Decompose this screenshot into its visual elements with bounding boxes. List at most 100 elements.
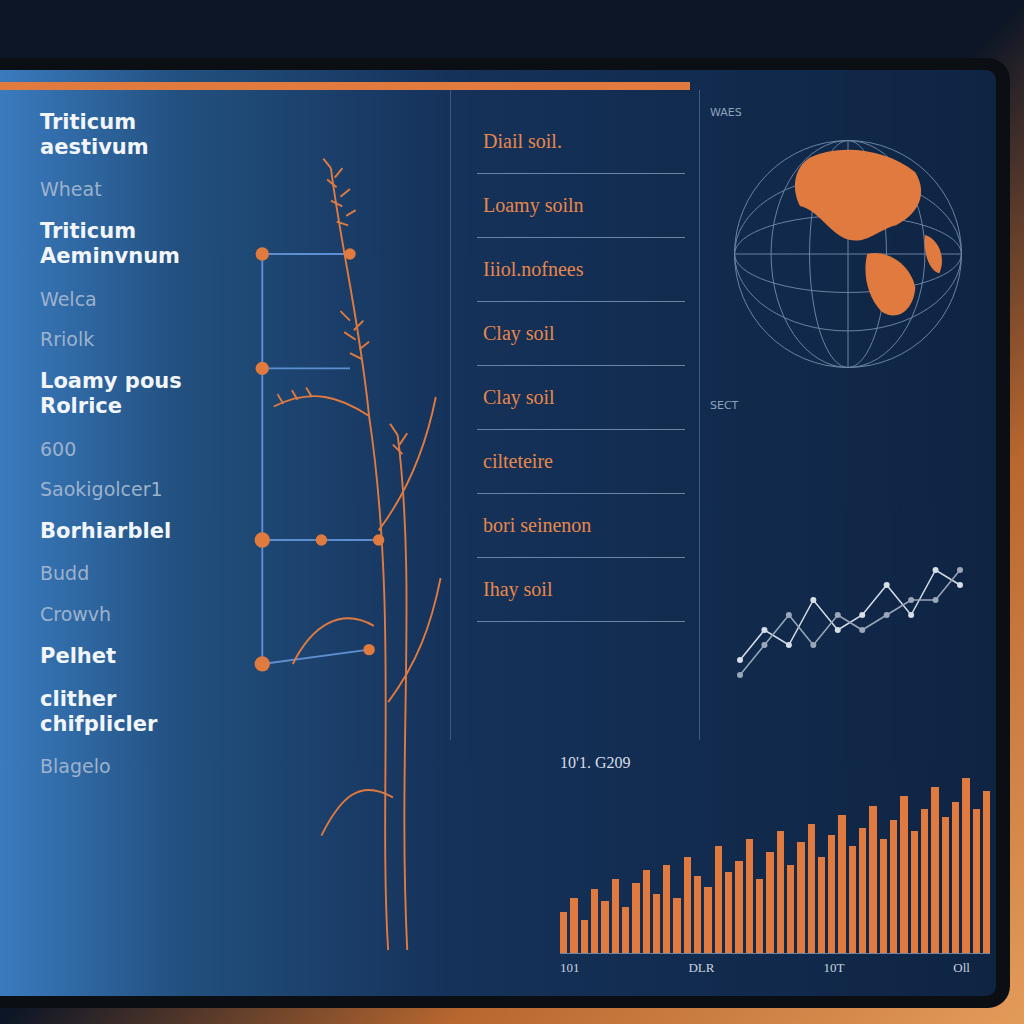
- line-series: [740, 570, 960, 660]
- bar-chart: 10'1. G209101DLR10TOll: [550, 740, 996, 996]
- bar: [808, 824, 815, 953]
- bar: [570, 898, 577, 953]
- line-point: [786, 642, 792, 648]
- bar: [663, 865, 670, 953]
- bar: [828, 835, 835, 953]
- bar: [921, 809, 928, 953]
- line-point: [908, 597, 914, 603]
- bar: [653, 894, 660, 953]
- species-item[interactable]: Triticum Aeminvnum: [40, 219, 230, 269]
- line-point: [810, 642, 816, 648]
- bar: [942, 817, 949, 953]
- bar: [581, 920, 588, 953]
- bar: [890, 820, 897, 953]
- bar: [900, 796, 907, 953]
- dashboard-screen: Triticum aestivum Wheat Triticum Aeminvnum…: [0, 70, 996, 996]
- line-point: [884, 612, 890, 618]
- line-point: [761, 642, 767, 648]
- bar: [735, 861, 742, 953]
- bar: [746, 839, 753, 953]
- bar: [684, 857, 691, 953]
- bar: [983, 791, 990, 953]
- bar: [952, 802, 959, 953]
- species-list: Triticum aestivum Wheat Triticum Aeminvnum…: [0, 90, 250, 996]
- species-item[interactable]: clither chifplicler: [40, 687, 230, 737]
- species-item[interactable]: Wheat: [40, 178, 238, 201]
- bar: [859, 828, 866, 953]
- line-point: [786, 612, 792, 618]
- line-point: [761, 627, 767, 633]
- line-point: [859, 627, 865, 633]
- bar: [818, 857, 825, 953]
- bar-plot: [560, 778, 990, 954]
- bar: [869, 806, 876, 953]
- bar: [962, 778, 969, 953]
- line-series: [740, 570, 960, 675]
- map-caption: SECT: [710, 399, 738, 412]
- globe-icon: [723, 119, 973, 389]
- line-point: [957, 582, 963, 588]
- species-item[interactable]: Rriolk: [40, 328, 238, 351]
- bar: [601, 901, 608, 953]
- soil-item[interactable]: Clay soil: [477, 366, 685, 430]
- wheat-icon: [250, 130, 450, 950]
- bar: [673, 898, 680, 953]
- line-point: [933, 567, 939, 573]
- bar: [694, 876, 701, 953]
- species-item[interactable]: Saokigolcer1: [40, 478, 238, 501]
- line-point: [933, 597, 939, 603]
- bar: [787, 865, 794, 953]
- bar: [931, 787, 938, 953]
- species-item[interactable]: Crowvh: [40, 603, 238, 626]
- species-item[interactable]: Triticum aestivum: [40, 110, 230, 160]
- soil-item[interactable]: Ihay soil: [477, 558, 685, 622]
- species-item[interactable]: Welca: [40, 288, 238, 311]
- photo-scene: Triticum aestivum Wheat Triticum Aeminvnum…: [0, 0, 1024, 1024]
- line-point: [737, 672, 743, 678]
- soil-item[interactable]: Diail soil.: [477, 110, 685, 174]
- soil-item[interactable]: Iiiol.nofnees: [477, 238, 685, 302]
- monitor: Triticum aestivum Wheat Triticum Aeminvnum…: [0, 58, 1010, 1008]
- bar: [911, 831, 918, 953]
- species-item[interactable]: Borhiarblel: [40, 519, 230, 544]
- bar: [880, 839, 887, 953]
- species-item[interactable]: Pelhet: [40, 644, 230, 669]
- bar: [643, 870, 650, 953]
- soil-item[interactable]: cilteteire: [477, 430, 685, 494]
- line-point: [908, 612, 914, 618]
- species-item[interactable]: 600: [40, 438, 238, 461]
- line-point: [810, 597, 816, 603]
- bar: [973, 809, 980, 953]
- line-point: [835, 612, 841, 618]
- soil-item[interactable]: Loamy soiln: [477, 174, 685, 238]
- accent-bar: [0, 82, 690, 90]
- line-point: [957, 567, 963, 573]
- soil-list: Diail soil.Loamy soilnIiiol.nofneesClay …: [450, 90, 700, 740]
- line-point: [737, 657, 743, 663]
- line-point: [884, 582, 890, 588]
- bar: [725, 872, 732, 953]
- soil-item[interactable]: bori seinenon: [477, 494, 685, 558]
- wheat-diagram: [250, 90, 450, 996]
- line-point: [859, 612, 865, 618]
- line-point: [835, 627, 841, 633]
- bar: [612, 879, 619, 953]
- soil-item[interactable]: Clay soil: [477, 302, 685, 366]
- bar: [849, 846, 856, 953]
- bar: [704, 887, 711, 953]
- bar-axis: 101DLR10TOll: [560, 954, 990, 976]
- bar: [777, 831, 784, 953]
- species-item[interactable]: Blagelo: [40, 755, 238, 778]
- map-label: WAES: [710, 106, 742, 119]
- bar: [715, 846, 722, 953]
- bar: [632, 883, 639, 953]
- species-item[interactable]: Loamy pous Rolrice: [40, 369, 230, 419]
- bar: [560, 912, 567, 953]
- axis-tick: DLR: [688, 960, 714, 976]
- bar: [838, 815, 845, 953]
- bar: [797, 842, 804, 953]
- species-item[interactable]: Budd: [40, 562, 238, 585]
- line-chart-plot: [730, 560, 970, 700]
- bar: [756, 879, 763, 953]
- map-panel: WAES SECT: [700, 90, 996, 540]
